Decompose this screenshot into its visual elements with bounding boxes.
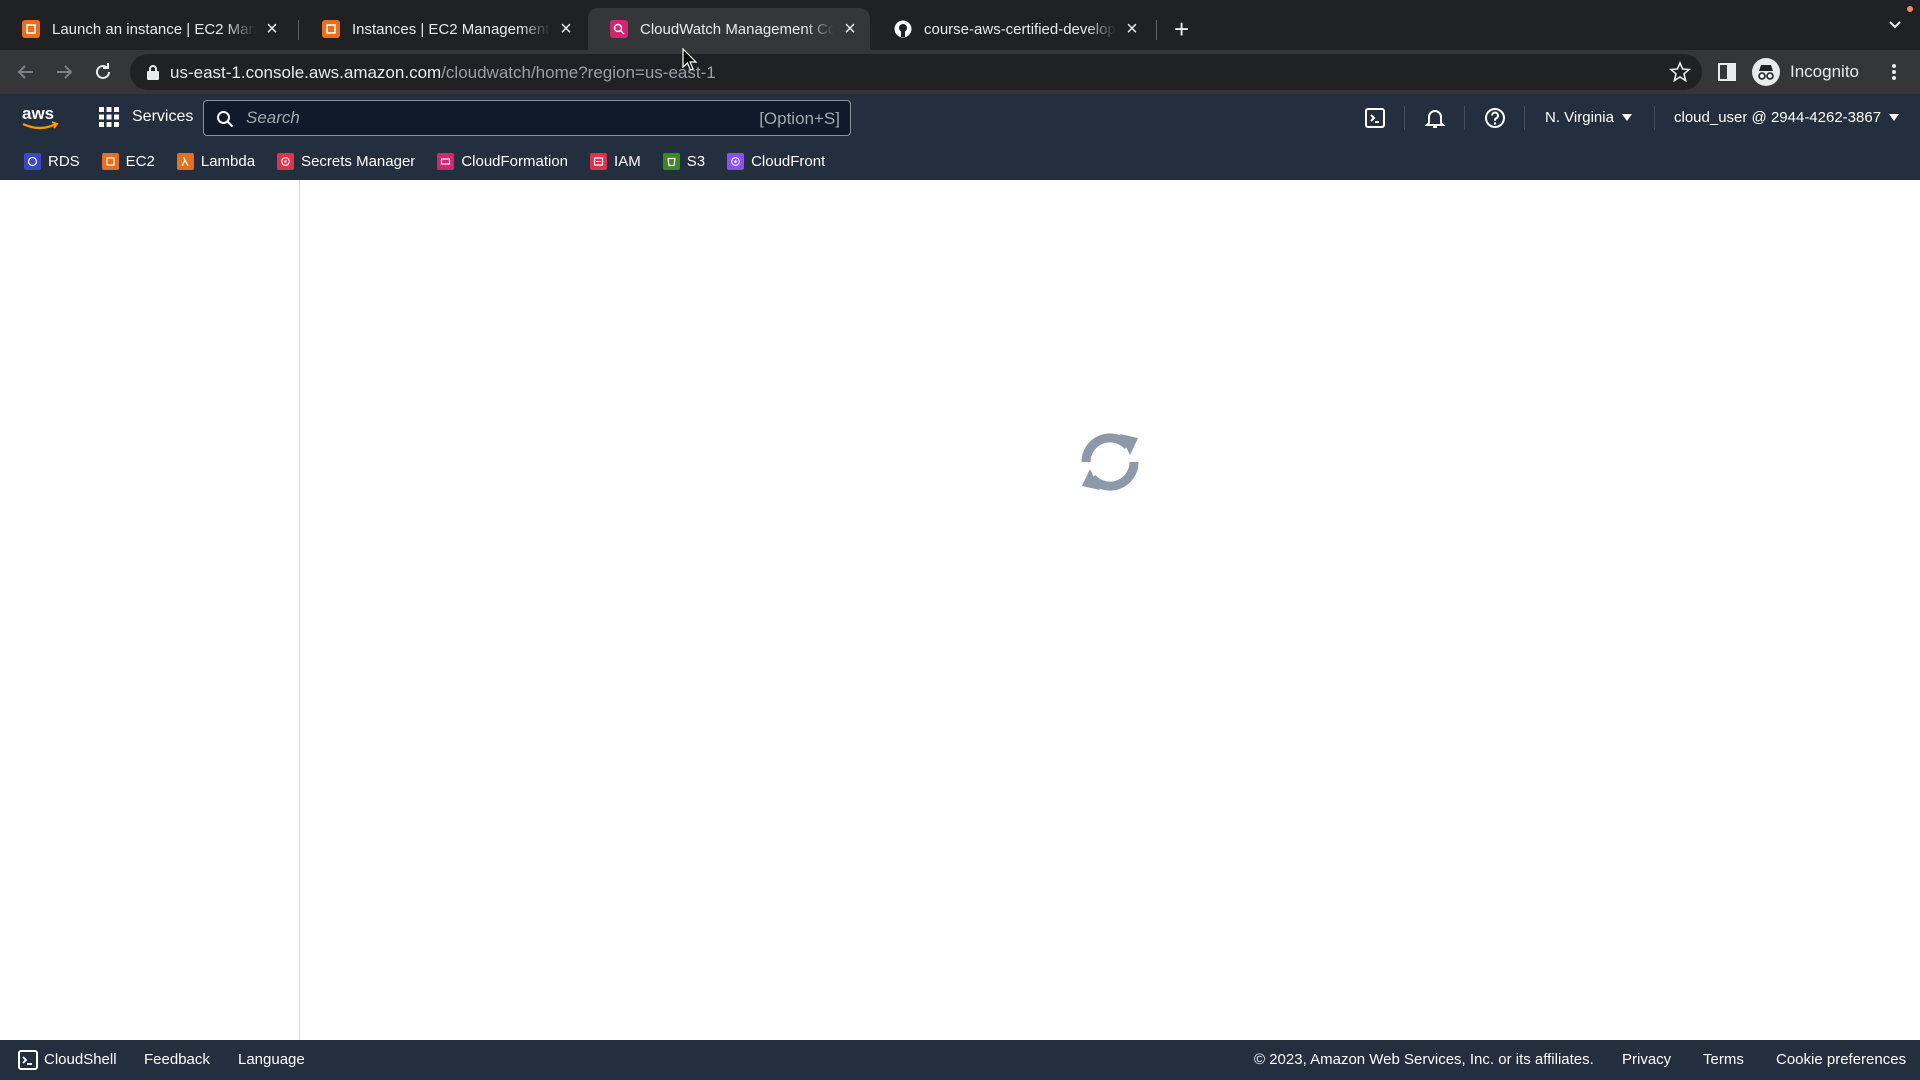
tab-close-icon[interactable]: ×: [1122, 18, 1142, 41]
ec2-icon: [322, 20, 340, 38]
tab-title: CloudWatch Management Console: [640, 20, 834, 38]
bookmark-star-icon[interactable]: [1668, 60, 1692, 84]
region-label: N. Virginia: [1545, 109, 1614, 126]
tab-instances[interactable]: Instances | EC2 Management Console ×: [300, 8, 586, 50]
tab-close-icon[interactable]: ×: [840, 18, 860, 41]
favorite-s3[interactable]: S3: [662, 152, 706, 170]
notifications-bell-icon[interactable]: [1424, 107, 1446, 129]
favorite-cloudfront[interactable]: CloudFront: [727, 152, 826, 170]
services-menu-button[interactable]: Services: [98, 106, 193, 128]
favorite-secrets-manager[interactable]: Secrets Manager: [277, 152, 416, 170]
favorite-label: CloudFormation: [461, 152, 569, 170]
header-divider: [1524, 106, 1525, 130]
rds-icon: [24, 152, 41, 170]
tab-close-icon[interactable]: ×: [262, 18, 282, 41]
tab-launch-instance[interactable]: Launch an instance | EC2 Management Cons…: [0, 8, 292, 50]
favorite-label: Lambda: [200, 152, 256, 170]
tab-github-course[interactable]: course-aws-certified-developer ×: [872, 8, 1152, 50]
copyright-text: © 2023, Amazon Web Services, Inc. or its…: [1254, 1051, 1594, 1068]
aws-console-footer: CloudShell Feedback Language © 2023, Ama…: [0, 1040, 1920, 1080]
url-host: us-east-1.console.aws.amazon.com: [170, 63, 442, 82]
tab-title: Instances | EC2 Management Console: [352, 20, 550, 38]
tab-search-chevron-icon[interactable]: [1884, 14, 1906, 36]
region-selector[interactable]: N. Virginia: [1545, 109, 1632, 126]
side-panel-icon[interactable]: [1718, 63, 1736, 81]
tab-divider: [1156, 20, 1157, 40]
cloudshell-link[interactable]: CloudShell: [44, 1051, 117, 1068]
privacy-link[interactable]: Privacy: [1622, 1051, 1671, 1068]
cloudfront-icon: [727, 152, 745, 170]
tab-divider: [298, 20, 299, 40]
header-divider: [1404, 106, 1405, 130]
account-menu[interactable]: cloud_user @ 2944-4262-3867: [1674, 109, 1900, 126]
search-input[interactable]: [246, 106, 716, 130]
header-divider: [1464, 106, 1465, 130]
aws-console-header: aws Services [Option+S] N. Virginia clou…: [0, 94, 1920, 142]
cloudwatch-icon: [610, 20, 628, 38]
favorite-rds[interactable]: RDS: [24, 152, 80, 170]
favorite-label: Secrets Manager: [301, 152, 416, 170]
recording-indicator: [1907, 6, 1913, 12]
ec2-icon: [101, 152, 119, 170]
ec2-icon: [22, 20, 40, 38]
url-text: us-east-1.console.aws.amazon.com/cloudwa…: [170, 63, 716, 83]
favorite-label: IAM: [614, 152, 641, 170]
browser-toolbar: us-east-1.console.aws.amazon.com/cloudwa…: [0, 50, 1920, 94]
favorite-label: CloudFront: [751, 152, 826, 170]
aws-search-box[interactable]: [Option+S]: [203, 100, 851, 136]
incognito-label: Incognito: [1790, 62, 1859, 81]
iam-icon: [590, 152, 608, 170]
new-tab-button[interactable]: +: [1174, 14, 1189, 44]
language-link[interactable]: Language: [238, 1051, 305, 1068]
favorites-bar: RDS EC2 Lambda Secrets Manager CloudForm…: [0, 142, 1920, 180]
incognito-icon: [1752, 58, 1780, 86]
reload-icon[interactable]: [91, 60, 115, 84]
url-path: /cloudwatch/home?region=us-east-1: [441, 63, 716, 82]
feedback-link[interactable]: Feedback: [144, 1051, 210, 1068]
cookie-preferences-link[interactable]: Cookie preferences: [1776, 1051, 1906, 1068]
search-icon: [217, 111, 234, 128]
tab-close-icon[interactable]: ×: [556, 18, 576, 41]
forward-arrow-icon[interactable]: [52, 60, 76, 84]
browser-menu-icon[interactable]: [1888, 62, 1900, 82]
lock-icon[interactable]: [146, 64, 160, 80]
cloudformation-icon: [437, 152, 455, 170]
main-content-area: [301, 180, 1920, 1040]
cloudshell-icon[interactable]: [1364, 107, 1386, 129]
cloudshell-icon[interactable]: [18, 1050, 38, 1070]
favorite-iam[interactable]: IAM: [590, 152, 641, 170]
loading-spinner-icon: [1081, 433, 1139, 491]
tab-title: Launch an instance | EC2 Management Cons…: [52, 20, 256, 38]
mouse-cursor-icon: [682, 48, 698, 71]
favorite-label: EC2: [125, 152, 155, 170]
services-grid-icon: [99, 107, 119, 127]
address-bar[interactable]: us-east-1.console.aws.amazon.com/cloudwa…: [130, 54, 1702, 90]
caret-down-icon: [1621, 114, 1632, 121]
tab-cloudwatch[interactable]: CloudWatch Management Console ×: [588, 8, 870, 50]
aws-logo[interactable]: aws: [20, 102, 60, 134]
tab-title: course-aws-certified-developer: [924, 20, 1116, 38]
svg-text:aws: aws: [22, 104, 54, 123]
browser-tab-strip: Launch an instance | EC2 Management Cons…: [0, 0, 1920, 50]
favorite-ec2[interactable]: EC2: [101, 152, 155, 170]
left-navigation-panel: [0, 180, 300, 1040]
search-shortcut-hint: [Option+S]: [759, 109, 840, 128]
incognito-profile[interactable]: Incognito: [1752, 58, 1859, 86]
back-arrow-icon[interactable]: [14, 60, 38, 84]
terms-link[interactable]: Terms: [1703, 1051, 1744, 1068]
s3-icon: [662, 152, 680, 170]
favorite-label: RDS: [48, 152, 80, 170]
secrets-manager-icon: [277, 152, 295, 170]
lambda-icon: [176, 152, 194, 170]
header-divider: [1654, 106, 1655, 130]
services-label: Services: [132, 108, 194, 125]
favorite-lambda[interactable]: Lambda: [176, 152, 256, 170]
favorite-cloudformation[interactable]: CloudFormation: [437, 152, 569, 170]
caret-down-icon: [1889, 114, 1900, 121]
help-icon[interactable]: [1484, 107, 1506, 129]
github-icon: [894, 20, 912, 38]
favorite-label: S3: [686, 152, 706, 170]
account-label: cloud_user @ 2944-4262-3867: [1674, 109, 1882, 126]
